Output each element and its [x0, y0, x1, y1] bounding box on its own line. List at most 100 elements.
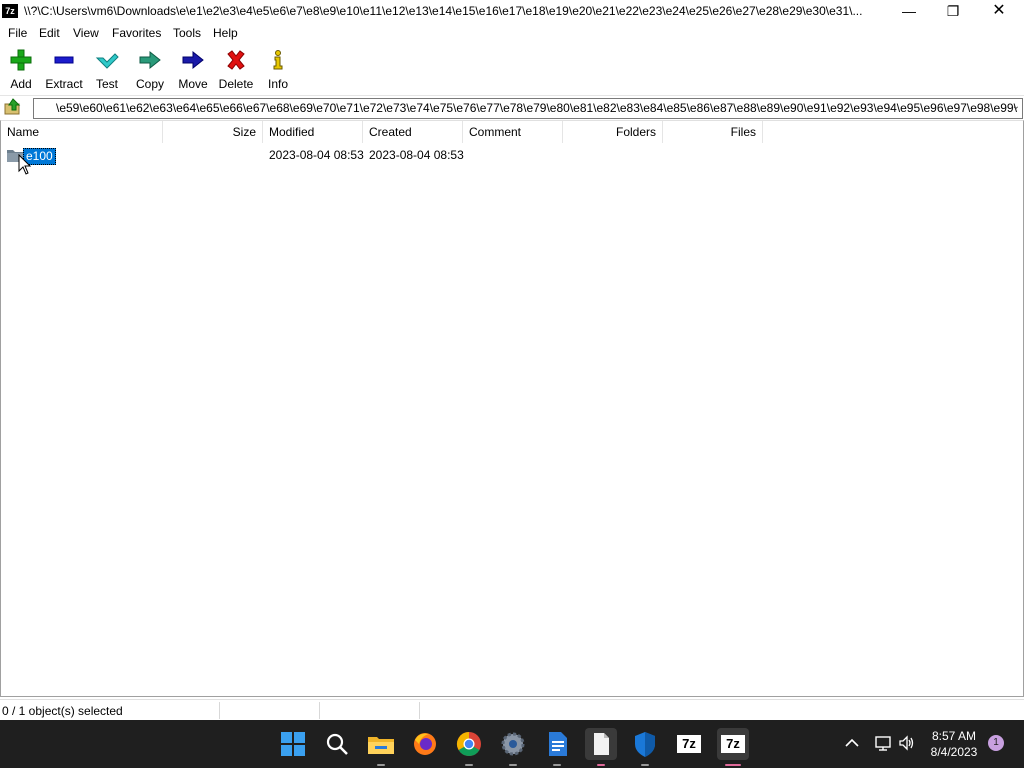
copy-label: Copy — [135, 77, 164, 91]
add-button[interactable]: Add — [0, 47, 43, 93]
volume-button[interactable] — [898, 734, 916, 752]
column-files[interactable]: Files — [663, 121, 763, 143]
menu-file[interactable]: File — [8, 26, 27, 40]
delete-button[interactable]: Delete — [214, 47, 258, 93]
running-indicator — [465, 764, 473, 766]
file-explorer-button[interactable] — [365, 728, 397, 760]
column-size[interactable]: Size — [163, 121, 263, 143]
running-indicator — [553, 764, 561, 766]
firefox-button[interactable] — [409, 728, 441, 760]
search-icon — [326, 733, 348, 755]
extract-button[interactable]: Extract — [42, 47, 86, 93]
toolbar: Add Extract Test Copy Move Delete Info — [0, 43, 1024, 95]
gear-icon — [501, 732, 525, 756]
file-list[interactable]: Name Size Modified Created Comment Folde… — [0, 120, 1024, 697]
list-header: Name Size Modified Created Comment Folde… — [1, 121, 1023, 143]
move-arrow-icon — [182, 50, 204, 70]
chrome-button[interactable] — [453, 728, 485, 760]
status-divider — [219, 702, 220, 719]
clock-time: 8:57 AM — [931, 729, 977, 743]
tray-overflow-button[interactable] — [843, 734, 861, 752]
test-label: Test — [95, 77, 118, 91]
status-divider — [319, 702, 320, 719]
column-comment[interactable]: Comment — [463, 121, 563, 143]
7zip-active-button[interactable]: 7z — [717, 728, 749, 760]
up-folder-icon — [4, 98, 21, 115]
table-row[interactable]: e100 2023-08-04 08:53 2023-08-04 08:53 — [1, 145, 1023, 165]
7zip-icon: 7z — [721, 735, 745, 753]
column-created[interactable]: Created — [363, 121, 463, 143]
running-indicator — [509, 764, 517, 766]
chevron-down-icon[interactable]: ⌄ — [1012, 101, 1020, 112]
minus-icon — [54, 56, 74, 64]
mouse-cursor-icon — [18, 154, 32, 175]
column-modified[interactable]: Modified — [263, 121, 363, 143]
menu-bar: File Edit View Favorites Tools Help — [0, 23, 1024, 43]
row-size — [163, 145, 257, 165]
document-icon — [594, 733, 609, 755]
menu-view[interactable]: View — [73, 26, 99, 40]
active-indicator — [725, 764, 741, 766]
copy-arrow-icon — [139, 50, 161, 70]
running-indicator — [597, 764, 605, 766]
7zip-app-icon: 7z — [2, 4, 18, 18]
minimize-button[interactable]: — — [886, 0, 932, 23]
menu-edit[interactable]: Edit — [39, 26, 60, 40]
network-icon — [875, 736, 891, 751]
test-button[interactable]: Test — [85, 47, 129, 93]
document-writer-icon — [549, 732, 567, 756]
clock[interactable]: 8:57 AM 8/4/2023 — [924, 728, 984, 760]
chevron-up-icon — [845, 738, 859, 747]
7zip-button[interactable]: 7z — [673, 728, 705, 760]
checkmark-icon — [95, 53, 119, 69]
add-icon — [10, 49, 32, 71]
status-bar: 0 / 1 object(s) selected — [0, 699, 1024, 721]
delete-x-icon — [227, 50, 245, 70]
row-created: 2023-08-04 08:53 — [369, 148, 464, 162]
security-button[interactable] — [629, 728, 661, 760]
info-button[interactable]: Info — [256, 47, 300, 93]
path-combobox[interactable]: \e59\e60\e61\e62\e63\e64\e65\e66\e67\e68… — [33, 98, 1023, 119]
row-folders — [563, 145, 657, 165]
selection-status: 0 / 1 object(s) selected — [2, 704, 123, 718]
menu-tools[interactable]: Tools — [173, 26, 201, 40]
close-button[interactable]: ✕ — [976, 0, 1022, 23]
add-label: Add — [10, 77, 32, 91]
libreoffice-button[interactable] — [585, 728, 617, 760]
running-indicator — [641, 764, 649, 766]
shield-icon — [635, 732, 655, 757]
row-files — [663, 145, 757, 165]
taskbar: 7z 7z 8:57 AM 8/4/2023 1 — [0, 720, 1024, 768]
path-text: \e59\e60\e61\e62\e63\e64\e65\e66\e67\e68… — [56, 101, 1017, 115]
7zip-icon: 7z — [677, 735, 701, 753]
firefox-icon — [414, 733, 436, 755]
restore-button[interactable]: ❐ — [930, 0, 976, 23]
column-folders[interactable]: Folders — [563, 121, 663, 143]
move-button[interactable]: Move — [171, 47, 215, 93]
search-button[interactable] — [321, 728, 353, 760]
speaker-icon — [899, 735, 914, 751]
copy-button[interactable]: Copy — [128, 47, 172, 93]
info-icon — [273, 50, 283, 70]
window-title: \\?\C:\Users\vm6\Downloads\e\e1\e2\e3\e4… — [24, 4, 863, 18]
chrome-icon — [456, 732, 481, 757]
title-bar: 7z \\?\C:\Users\vm6\Downloads\e\e1\e2\e3… — [0, 0, 1024, 23]
move-label: Move — [178, 77, 208, 91]
notification-badge[interactable]: 1 — [988, 735, 1004, 751]
menu-help[interactable]: Help — [213, 26, 238, 40]
row-modified: 2023-08-04 08:53 — [269, 148, 364, 162]
menu-favorites[interactable]: Favorites — [112, 26, 161, 40]
writer-button[interactable] — [541, 728, 573, 760]
column-name[interactable]: Name — [1, 121, 163, 143]
up-folder-button[interactable] — [4, 98, 22, 116]
folder-icon — [368, 737, 394, 754]
delete-label: Delete — [218, 77, 254, 91]
network-button[interactable] — [874, 734, 892, 752]
windows-logo-icon — [281, 732, 305, 756]
clock-date: 8/4/2023 — [930, 745, 978, 759]
running-indicator — [377, 764, 385, 766]
status-divider — [419, 702, 420, 719]
address-bar: \e59\e60\e61\e62\e63\e64\e65\e66\e67\e68… — [0, 95, 1024, 120]
settings-button[interactable] — [497, 728, 529, 760]
start-button[interactable] — [277, 728, 309, 760]
